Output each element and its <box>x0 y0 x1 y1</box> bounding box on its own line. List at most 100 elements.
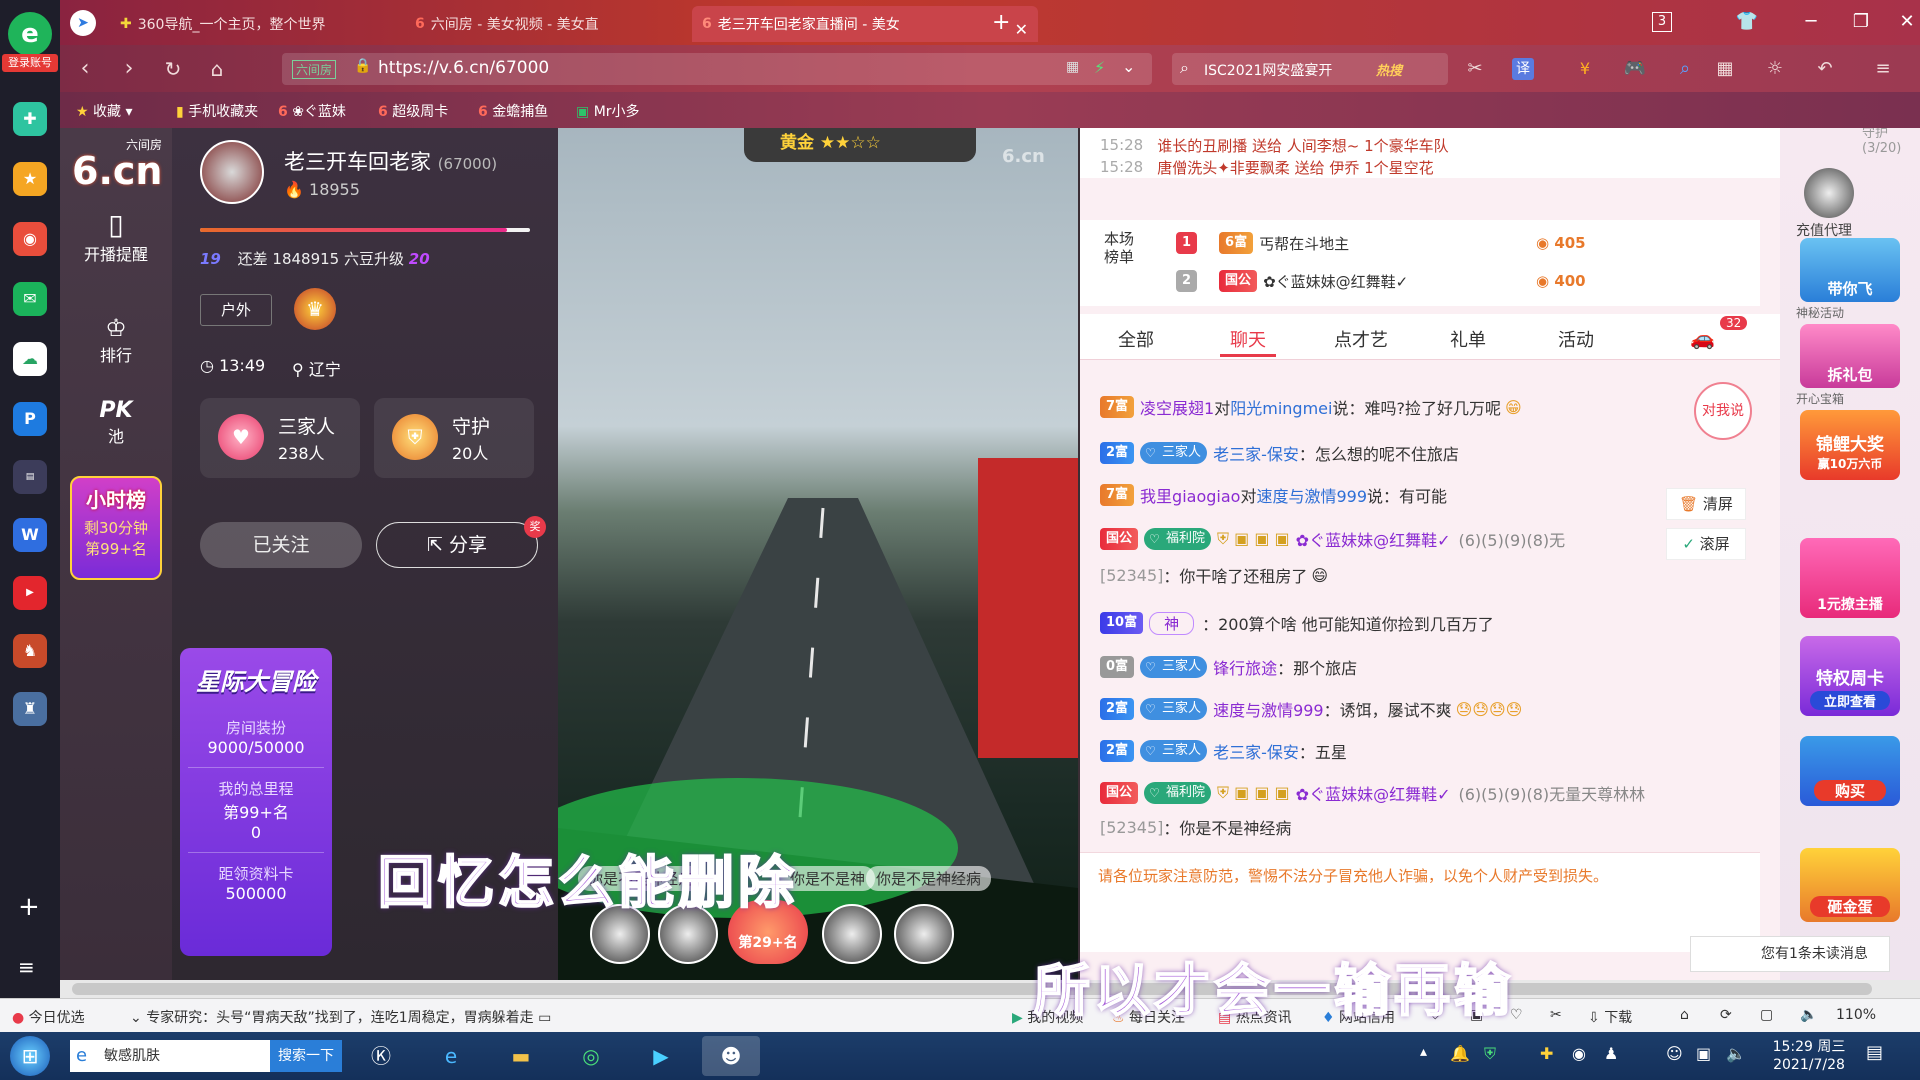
tray-app2-icon[interactable]: ◉ <box>1572 1044 1586 1063</box>
speaker-icon[interactable]: 🔈 <box>1726 1044 1746 1063</box>
zoom-level[interactable]: 110% <box>1836 1007 1876 1023</box>
chat-message[interactable]: 7富 凌空展翅1 对 阳光mingmei 说：难吗?捡了好几万呢 😁 <box>1100 392 1522 422</box>
news-ticker[interactable]: ⌄ 专家研究：头号“胃病天敌”找到了，连吃1周稳定，胃病躲着走 ▭ <box>130 1007 551 1027</box>
rail-item-one-yuan[interactable]: 1元撩主播 <box>1800 538 1900 618</box>
nav-pk[interactable]: PK 池 <box>60 398 172 447</box>
bookmark-mobile[interactable]: ▮ 手机收藏夹 <box>176 101 258 121</box>
login-button[interactable]: 登录账号 <box>2 54 58 72</box>
bookmark-favorites[interactable]: ★ 收藏 ▾ <box>76 101 133 121</box>
qq-icon[interactable]: ♟ <box>1604 1044 1618 1063</box>
grid-icon[interactable]: ▦ <box>1710 55 1740 83</box>
chat-message[interactable]: 国公 福利院 ⛨ ▣ ▣ ▣ ✿ぐ蓝妹妹@红舞鞋✓ (6)(5)(9)(8)无量… <box>1100 778 1645 808</box>
rail-item-koi[interactable]: 锦鲤大奖 赢10万六币 <box>1800 410 1900 480</box>
weibo-icon[interactable]: ◉ <box>13 222 47 256</box>
user-icon[interactable]: ☺ <box>1666 1044 1683 1063</box>
security-icon[interactable]: ⛨ <box>1484 1044 1496 1064</box>
rail-item-golden-egg[interactable]: 砸金蛋 <box>1800 848 1900 922</box>
tab-gifts[interactable]: 礼单 <box>1450 326 1486 352</box>
p-app-icon[interactable]: P <box>13 402 47 436</box>
chat-message[interactable]: 2富 三家人 老三家-保安 ：怎么想的呢不住旅店 <box>1100 438 1459 468</box>
taskbar-clock[interactable]: 15:29 周三 2021/7/28 <box>1764 1038 1854 1074</box>
nav-live-reminder[interactable]: ▯ 开播提醒 <box>60 208 172 265</box>
chevron-down-icon[interactable]: ⌄ <box>1122 57 1135 76</box>
family-card[interactable]: ♥ 三家人 238人 <box>200 398 360 478</box>
tray-app-icon[interactable]: ✚ <box>1540 1044 1553 1063</box>
tray-arrow-icon[interactable]: ▴ <box>1420 1044 1427 1060</box>
viewer-avatar[interactable] <box>894 904 954 964</box>
reload-button[interactable]: ↻ <box>158 55 188 83</box>
360-browser-icon[interactable]: ◎ <box>562 1036 620 1076</box>
tab-6cn[interactable]: 6 六间房 - 美女视频 - 美女直 <box>405 6 695 42</box>
brightness-icon[interactable]: ☼ <box>1760 55 1790 83</box>
sync-icon[interactable]: ⟳ <box>1720 1007 1732 1023</box>
followed-button[interactable]: 已关注 <box>200 522 362 568</box>
network-icon[interactable]: ▣ <box>1696 1044 1711 1063</box>
coin-icon[interactable]: ¥ <box>1570 55 1600 83</box>
restore-button[interactable]: ❐ <box>1844 8 1878 36</box>
tab-chat[interactable]: 聊天 <box>1230 326 1266 352</box>
horizontal-scrollbar[interactable] <box>60 980 1920 998</box>
translate-icon[interactable]: 译 <box>1512 58 1534 80</box>
cloud-icon[interactable]: ☁ <box>13 342 47 376</box>
viewer-avatar[interactable] <box>822 904 882 964</box>
add-icon[interactable]: + <box>18 892 40 922</box>
active-app-icon[interactable]: ☻ <box>702 1036 760 1076</box>
mail-icon[interactable]: ✉ <box>13 282 47 316</box>
bookmark-fishing[interactable]: 6 金蟾捕鱼 <box>478 101 548 121</box>
chat-message[interactable]: [52345] ：你干啥了还租房了 😄 <box>1100 560 1328 590</box>
chat-message[interactable]: 7富 我里giaogiao 对 速度与激情999 说：有可能 <box>1100 480 1447 510</box>
trophy-icon[interactable]: ♛ <box>294 288 336 330</box>
rail-item-fly[interactable]: 带你飞 <box>1800 238 1900 302</box>
event-card[interactable]: 星际大冒险 房间装扮 9000/50000 我的总里程 第99+名 0 距领资料… <box>180 648 332 956</box>
tab-talent[interactable]: 点才艺 <box>1334 326 1388 352</box>
window-icon[interactable]: ▢ <box>1760 1007 1773 1023</box>
search-tool-icon[interactable]: ⌕ <box>1670 55 1700 83</box>
minimize-button[interactable]: ─ <box>1794 8 1828 36</box>
rank-badge[interactable]: 黄金 ★★☆☆ <box>744 128 976 162</box>
rail-item-buy[interactable]: 购买 <box>1800 736 1900 806</box>
guard-avatar[interactable] <box>1804 168 1854 218</box>
chat-message[interactable]: 0富 三家人 锋行旅途 ：那个旅店 <box>1100 652 1357 682</box>
chat-message[interactable]: 2富 三家人 老三家-保安 ：五星 <box>1100 736 1347 766</box>
taskbar-search-button[interactable]: 搜索一下 <box>270 1040 342 1072</box>
undo-icon[interactable]: ↶ <box>1810 55 1840 83</box>
leaderboard-row[interactable]: 2 国公 ✿ぐ蓝妹妹@红舞鞋✓ ◉ 400 <box>1176 270 1586 292</box>
notification-icon[interactable]: ▤ <box>1866 1042 1883 1063</box>
avatar[interactable] <box>200 140 264 204</box>
kugou-icon[interactable]: Ⓚ <box>352 1036 410 1076</box>
leaderboard-row[interactable]: 1 6富 丐帮在斗地主 ◉ 405 <box>1176 232 1586 254</box>
folder-icon[interactable]: ▬ <box>492 1036 550 1076</box>
player-icon[interactable]: ▶ <box>632 1036 690 1076</box>
tools-icon[interactable]: ✂ <box>1550 1007 1562 1023</box>
url-field[interactable]: 六间房 🔒 https://v.6.cn/67000 ▦ ⚡ ⌄ <box>282 53 1152 85</box>
home-button[interactable]: ⌂ <box>202 55 232 83</box>
hourly-rank-card[interactable]: 小时榜 剩30分钟 第99+名 <box>70 476 162 580</box>
browser-logo-icon[interactable]: e <box>8 12 52 56</box>
clear-screen-button[interactable]: 🗑 清屏 <box>1666 488 1746 520</box>
qr-icon[interactable]: ▦ <box>1066 59 1079 75</box>
close-window-button[interactable]: ✕ <box>1890 8 1920 36</box>
category-tag[interactable]: 户外 <box>200 294 272 326</box>
favorites-icon[interactable]: ★ <box>13 162 47 196</box>
bookmark-weekcard[interactable]: 6 超级周卡 <box>378 101 448 121</box>
devices-icon[interactable]: ⌂ <box>1680 1007 1689 1023</box>
chat-message[interactable]: 10富 神 ：200算个啥 他可能知道你捡到几百万了 <box>1100 608 1494 638</box>
lightning-icon[interactable]: ⚡ <box>1094 58 1105 77</box>
game-app-icon[interactable]: ♞ <box>13 634 47 668</box>
talk-to-me-button[interactable]: 对我说 <box>1694 382 1752 440</box>
volume-icon[interactable]: 🔈 <box>1800 1007 1817 1023</box>
forward-button[interactable]: › <box>114 55 144 83</box>
chat-message[interactable]: 国公 福利院 ⛨ ▣ ▣ ▣ ✿ぐ蓝妹妹@红舞鞋✓ (6)(5)(9)(8)无 <box>1100 524 1565 554</box>
tab-count-badge[interactable]: 3 <box>1652 12 1672 32</box>
navigation-icon[interactable]: ➤ <box>70 10 96 36</box>
scissors-icon[interactable]: ✂ <box>1460 55 1490 83</box>
ie-app-icon[interactable]: e <box>422 1036 480 1076</box>
close-tab-icon[interactable]: ✕ <box>1015 20 1028 39</box>
unread-message-tip[interactable]: 您有1条未读消息 <box>1690 936 1890 972</box>
site-logo[interactable]: 六间房 6.cn <box>72 136 162 190</box>
rail-item-week-card[interactable]: 特权周卡 立即查看 <box>1800 636 1900 716</box>
chat-message[interactable]: 2富 三家人 速度与激情999 ：诱饵，屡试不爽 😓😓😓😓 <box>1100 694 1522 724</box>
new-tab-button[interactable]: + <box>992 10 1010 35</box>
game2-app-icon[interactable]: ♜ <box>13 692 47 726</box>
taskbar-search-input[interactable]: e 敏感肌肤 <box>70 1040 270 1072</box>
